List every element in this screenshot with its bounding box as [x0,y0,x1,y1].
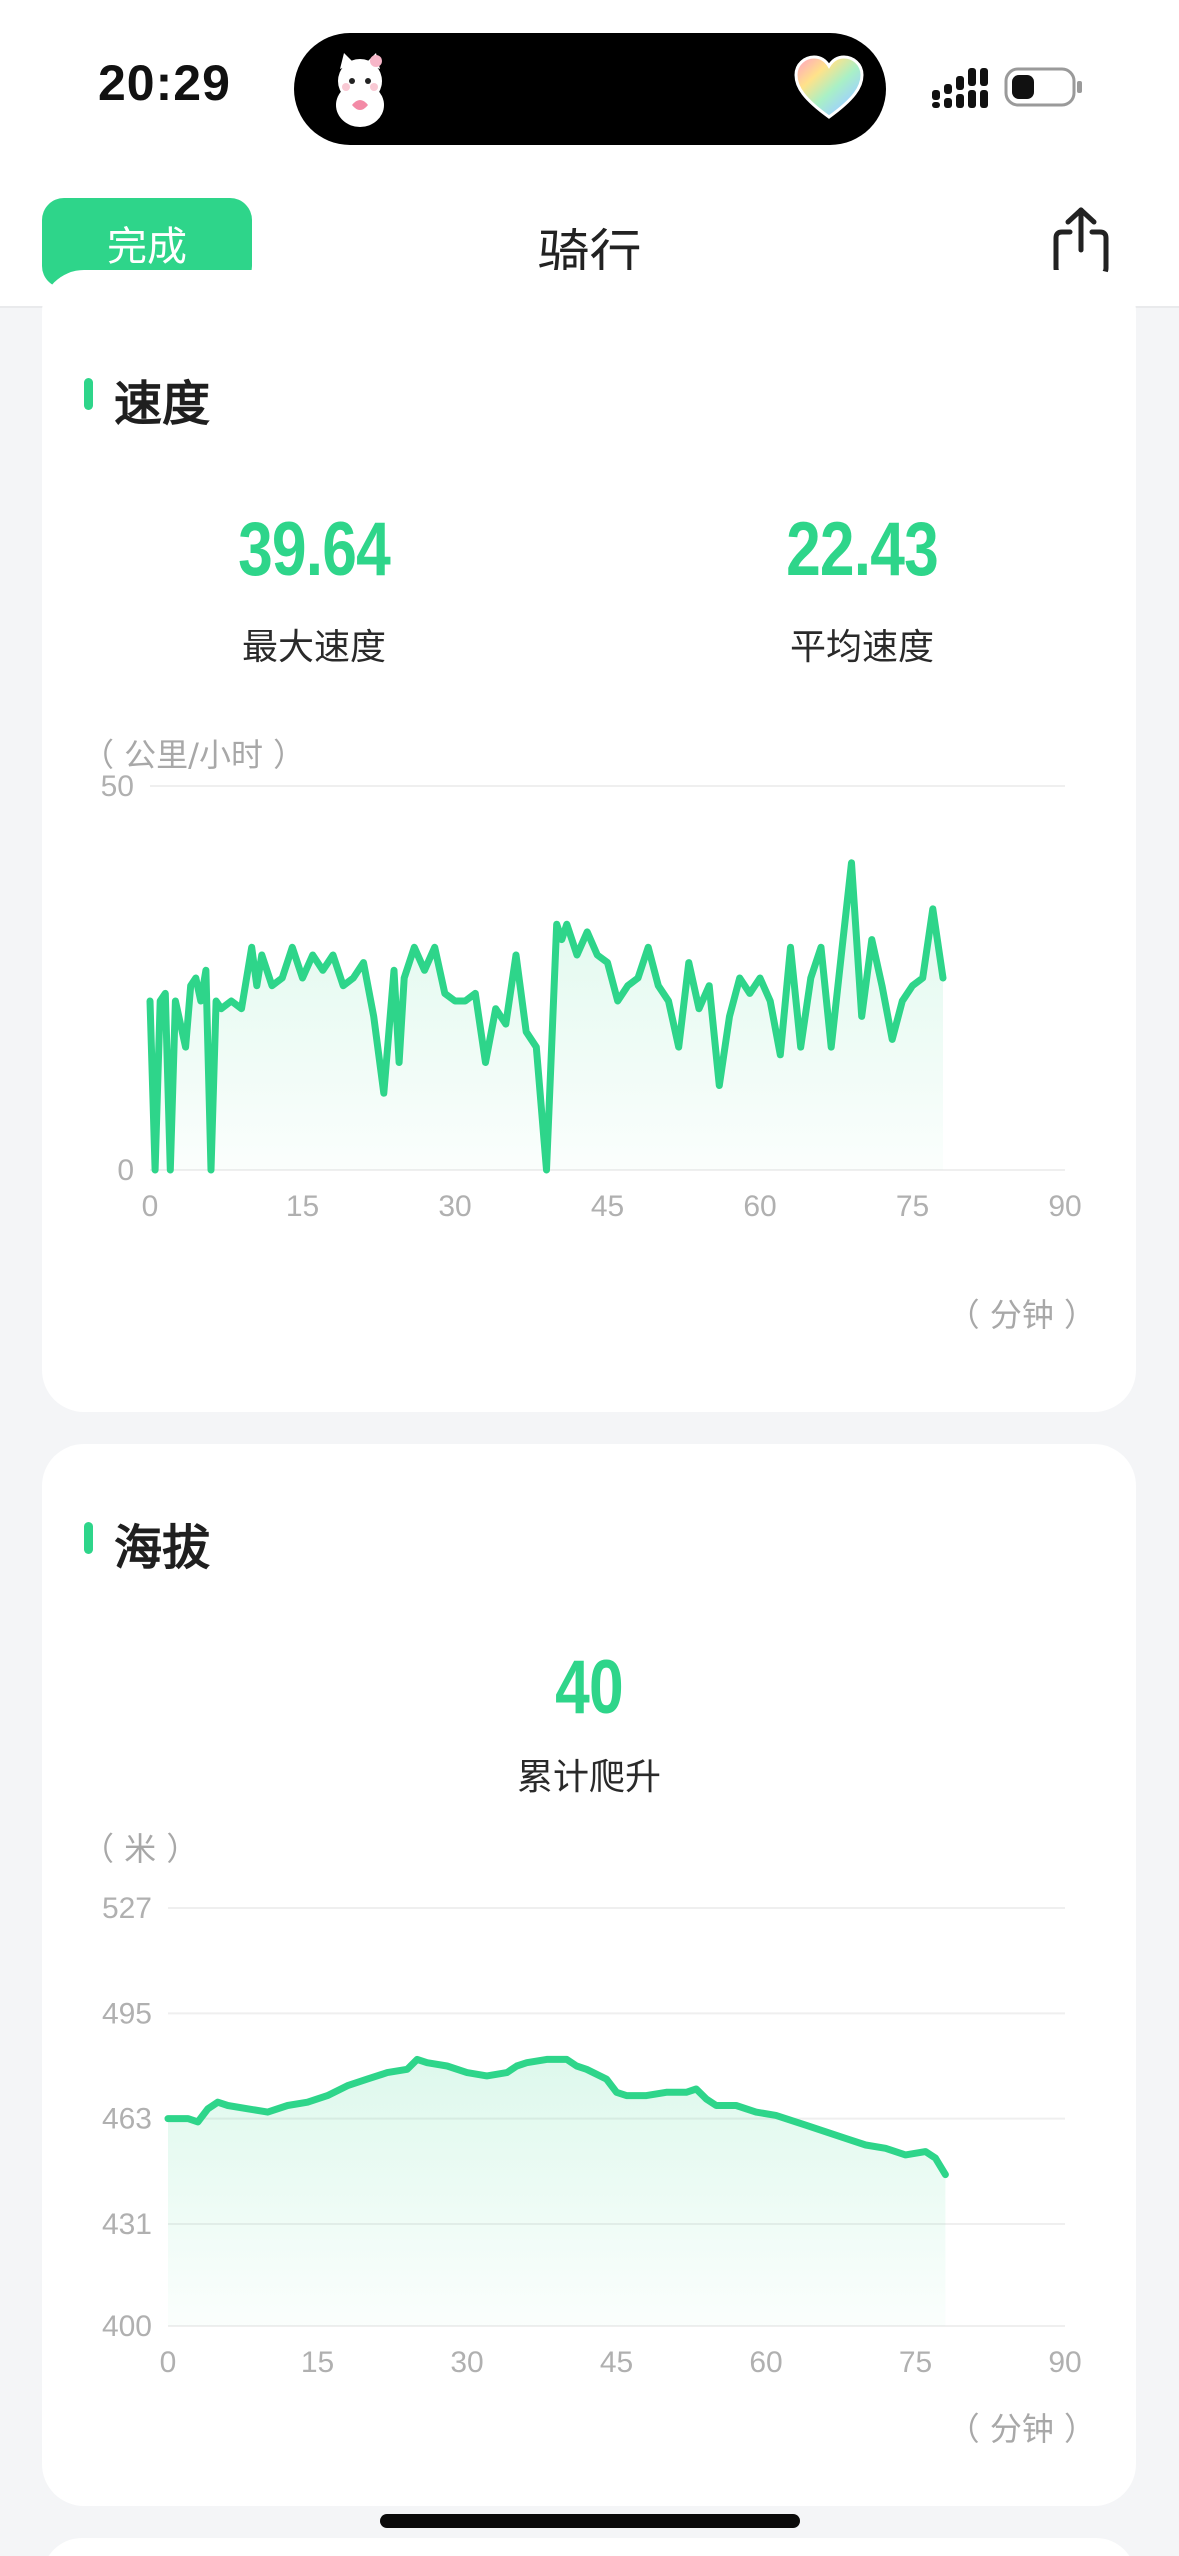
dynamic-island [294,33,886,145]
y-tick-label: 400 [102,2310,152,2343]
signal-icon [932,68,988,108]
section-marker [84,378,93,410]
x-tick-label: 75 [896,1190,929,1223]
rainbow-heart-icon [794,55,864,119]
total-climb-value: 40 [555,1645,624,1730]
next-card [42,2538,1136,2556]
x-tick-label: 45 [600,2346,633,2379]
y-tick-label: 0 [117,1154,134,1187]
x-tick-label: 0 [142,1190,159,1223]
x-tick-label: 30 [438,1190,471,1223]
altitude-axis-unit: （ 分钟 ） [947,2410,1096,2448]
area-fill [168,2059,946,2326]
avg-speed-value: 22.43 [786,507,939,592]
home-indicator [380,2514,800,2528]
x-tick-label: 15 [301,2346,334,2379]
x-tick-label: 60 [743,1190,776,1223]
x-tick-label: 15 [286,1190,319,1223]
speed-card: 速度 39.64 最大速度 22.43 平均速度 （ 公里/小时 ） 0 50 0 1… [42,270,1136,1412]
y-tick-label: 495 [102,1997,152,2030]
y-tick-label: 431 [102,2208,152,2241]
x-tick-label: 75 [899,2346,932,2379]
x-tick-label: 60 [749,2346,782,2379]
status-time: 20:29 [98,55,231,111]
y-tick-label: 50 [101,770,134,803]
x-tick-label: 0 [160,2346,177,2379]
y-tick-label: 527 [102,1892,152,1925]
altitude-section-title: 海拔 [114,1520,211,1576]
share-icon[interactable] [1050,206,1112,278]
speed-section-title: 速度 [114,376,211,432]
y-tick-label: 463 [102,2103,152,2136]
max-speed-label: 最大速度 [241,627,386,668]
battery-icon [1004,67,1082,107]
total-climb-label: 累计爬升 [516,1757,661,1798]
section-marker [84,1522,93,1554]
cat-sticker-icon [336,53,384,127]
status-bar: 20:29 [0,0,1179,176]
x-tick-label: 45 [591,1190,624,1223]
x-tick-label: 90 [1048,1190,1081,1223]
avg-speed-label: 平均速度 [789,627,934,668]
altitude-card: 海拔 40 累计爬升 （ 米 ） 400 431 463 495 527 0 15 30 45 6… [42,1444,1136,2506]
max-speed-value: 39.64 [238,507,391,592]
speed-axis-unit: （ 分钟 ） [947,1296,1096,1334]
x-tick-label: 90 [1048,2346,1081,2379]
altitude-chart: 400 431 463 495 527 0 15 30 45 60 75 90 [102,1892,1082,2379]
speed-chart: 0 50 0 15 30 45 60 75 90 [101,770,1082,1223]
x-tick-label: 30 [450,2346,483,2379]
